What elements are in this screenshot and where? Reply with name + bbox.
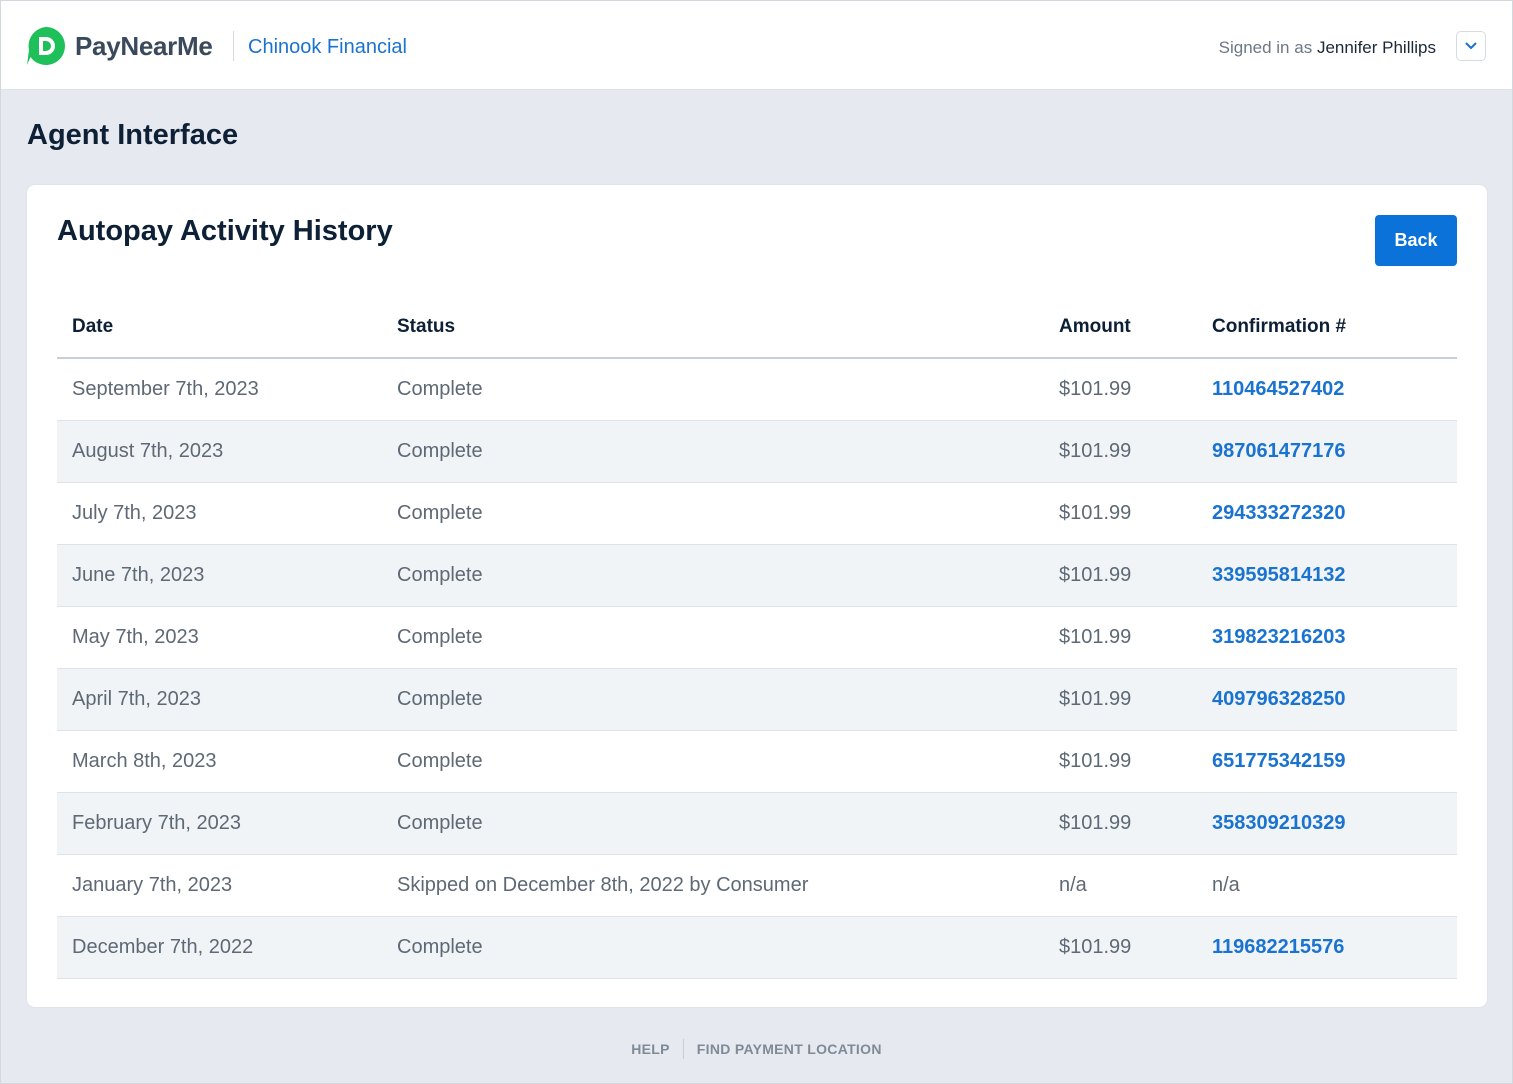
back-button[interactable]: Back xyxy=(1375,215,1457,266)
status-cell: Complete xyxy=(382,730,1044,793)
help-link[interactable]: HELP xyxy=(631,1041,670,1057)
table-row: March 8th, 2023 Complete $101.99 6517753421… xyxy=(57,730,1457,793)
confirmation-cell: 987061477176 xyxy=(1197,420,1457,483)
brand-name: PayNearMe xyxy=(75,30,213,61)
chevron-down-icon xyxy=(1465,37,1477,55)
confirmation-link[interactable]: 294333272320 xyxy=(1212,502,1345,524)
confirmation-cell: 119682215576 xyxy=(1197,916,1457,979)
confirmation-cell: 339595814132 xyxy=(1197,544,1457,607)
date-cell: February 7th, 2023 xyxy=(57,792,382,855)
table-row: April 7th, 2023 Complete $101.99 4097963282… xyxy=(57,668,1457,731)
confirmation-cell: 651775342159 xyxy=(1197,730,1457,793)
header-divider xyxy=(233,31,234,61)
confirmation-link[interactable]: 339595814132 xyxy=(1212,564,1345,586)
footer: HELP FIND PAYMENT LOCATION xyxy=(1,1039,1512,1059)
table-row: July 7th, 2023 Complete $101.99 29433327232… xyxy=(57,482,1457,545)
date-cell: September 7th, 2023 xyxy=(57,358,382,421)
table-row: February 7th, 2023 Complete $101.99 3583092… xyxy=(57,792,1457,855)
amount-cell: $101.99 xyxy=(1044,606,1197,669)
confirmation-link[interactable]: 110464527402 xyxy=(1212,378,1344,400)
confirmation-cell: 110464527402 xyxy=(1197,358,1457,421)
top-bar: PayNearMe Chinook Financial Signed in as… xyxy=(1,1,1512,90)
confirmation-link[interactable]: 409796328250 xyxy=(1212,688,1345,710)
confirmation-cell: n/a xyxy=(1197,854,1457,917)
table-row: December 7th, 2022 Complete $101.99 1196822… xyxy=(57,916,1457,979)
status-cell: Complete xyxy=(382,792,1044,855)
paynearme-logo-icon xyxy=(26,26,66,66)
status-cell: Complete xyxy=(382,668,1044,731)
amount-cell: $101.99 xyxy=(1044,668,1197,731)
confirmation-cell: 294333272320 xyxy=(1197,482,1457,545)
amount-cell: $101.99 xyxy=(1044,482,1197,545)
column-header-amount: Amount xyxy=(1044,297,1197,359)
amount-cell: $101.99 xyxy=(1044,730,1197,793)
amount-cell: $101.99 xyxy=(1044,792,1197,855)
date-cell: March 8th, 2023 xyxy=(57,730,382,793)
confirmation-link[interactable]: 319823216203 xyxy=(1212,626,1345,648)
find-payment-location-link[interactable]: FIND PAYMENT LOCATION xyxy=(697,1041,882,1057)
table-header-row: Date Status Amount Confirmation # xyxy=(57,297,1457,359)
status-cell: Complete xyxy=(382,916,1044,979)
date-cell: June 7th, 2023 xyxy=(57,544,382,607)
user-name: Jennifer Phillips xyxy=(1316,38,1436,57)
date-cell: July 7th, 2023 xyxy=(57,482,382,545)
date-cell: December 7th, 2022 xyxy=(57,916,382,979)
page-title: Agent Interface xyxy=(27,119,239,151)
table-row: January 7th, 2023 Skipped on December 8th… xyxy=(57,854,1457,917)
table-row: June 7th, 2023 Complete $101.99 33959581413… xyxy=(57,544,1457,607)
amount-cell: $101.99 xyxy=(1044,916,1197,979)
status-cell: Complete xyxy=(382,482,1044,545)
table-row: May 7th, 2023 Complete $101.99 319823216203 xyxy=(57,606,1457,669)
status-cell: Complete xyxy=(382,420,1044,483)
date-cell: May 7th, 2023 xyxy=(57,606,382,669)
autopay-history-table: Date Status Amount Confirmation # Septem… xyxy=(57,297,1457,979)
brand-logo[interactable]: PayNearMe xyxy=(26,26,213,66)
confirmation-cell: 358309210329 xyxy=(1197,792,1457,855)
amount-cell: $101.99 xyxy=(1044,358,1197,421)
table-row: August 7th, 2023 Complete $101.99 987061477… xyxy=(57,420,1457,483)
confirmation-cell: 409796328250 xyxy=(1197,668,1457,731)
autopay-history-card: Autopay Activity History Back Date Statu… xyxy=(27,185,1487,1007)
signed-in-info: Signed in as Jennifer Phillips xyxy=(1219,38,1436,58)
footer-divider xyxy=(682,1039,684,1059)
date-cell: January 7th, 2023 xyxy=(57,854,382,917)
merchant-link[interactable]: Chinook Financial xyxy=(248,36,407,59)
confirmation-link[interactable]: 651775342159 xyxy=(1212,750,1345,772)
column-header-status: Status xyxy=(382,297,1044,359)
column-header-date: Date xyxy=(57,297,382,359)
confirmation-link[interactable]: 119682215576 xyxy=(1212,936,1344,958)
status-cell: Complete xyxy=(382,606,1044,669)
user-menu-button[interactable] xyxy=(1456,31,1486,61)
signed-in-label: Signed in as xyxy=(1218,38,1313,57)
column-header-confirmation: Confirmation # xyxy=(1197,297,1457,359)
confirmation-link[interactable]: 358309210329 xyxy=(1212,812,1345,834)
status-cell: Complete xyxy=(382,358,1044,421)
status-cell: Complete xyxy=(382,544,1044,607)
amount-cell: $101.99 xyxy=(1044,544,1197,607)
date-cell: August 7th, 2023 xyxy=(57,420,382,483)
status-cell: Skipped on December 8th, 2022 by Consume… xyxy=(382,854,1044,917)
table-row: September 7th, 2023 Complete $101.99 110464… xyxy=(57,358,1457,421)
amount-cell: n/a xyxy=(1044,854,1197,917)
date-cell: April 7th, 2023 xyxy=(57,668,382,731)
confirmation-link[interactable]: 987061477176 xyxy=(1212,440,1345,462)
confirmation-cell: 319823216203 xyxy=(1197,606,1457,669)
amount-cell: $101.99 xyxy=(1044,420,1197,483)
card-title: Autopay Activity History xyxy=(57,215,393,247)
